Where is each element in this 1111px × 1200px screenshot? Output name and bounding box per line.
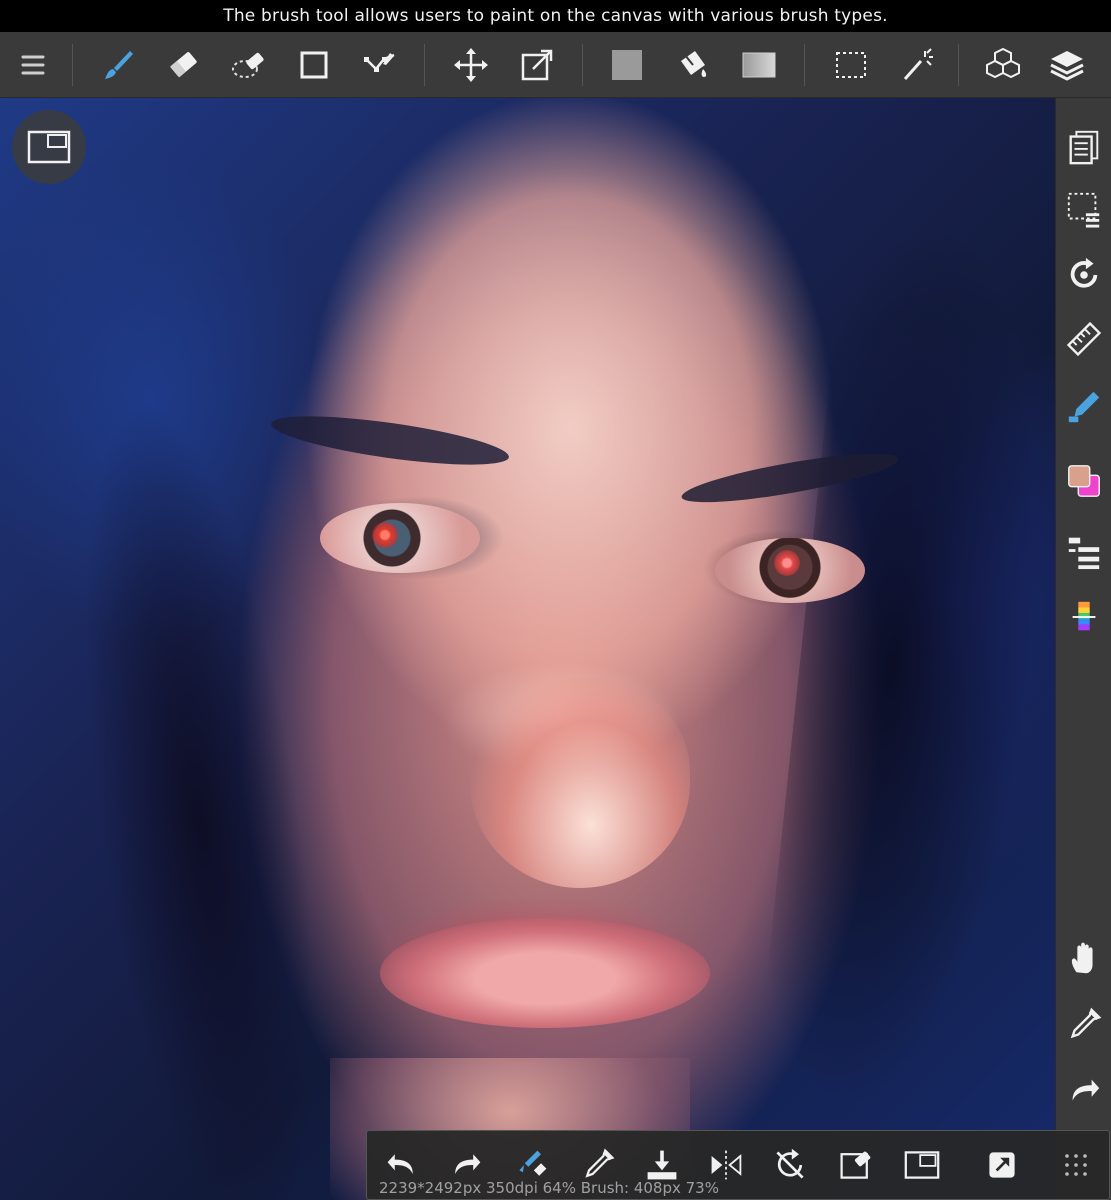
grid-icon[interactable] — [1051, 1141, 1101, 1189]
color-balance-icon[interactable] — [1059, 592, 1109, 642]
fill-color-icon[interactable] — [602, 40, 652, 90]
hand-icon[interactable] — [1059, 934, 1109, 984]
tooltip-text: The brush tool allows users to paint on … — [223, 6, 888, 26]
polyline-icon[interactable] — [355, 40, 405, 90]
selection-list-icon[interactable] — [1059, 184, 1109, 234]
painting-nose — [470, 678, 690, 888]
red-eye-mark-right — [774, 550, 800, 576]
magic-wand-icon[interactable] — [892, 40, 942, 90]
painting-canvas[interactable] — [0, 98, 1055, 1200]
rotate-reset-icon[interactable] — [765, 1141, 815, 1189]
painting-hair-left — [41, 388, 359, 1200]
right-sidebar — [1055, 98, 1111, 1200]
painting-hair-right — [753, 208, 1055, 1128]
window-icon — [27, 130, 71, 164]
brush-icon[interactable] — [94, 40, 144, 90]
move-icon[interactable] — [446, 40, 496, 90]
share-icon[interactable] — [977, 1141, 1027, 1189]
select-icon[interactable] — [826, 40, 876, 90]
painting-brow-left — [268, 406, 512, 475]
pen-icon[interactable] — [1059, 382, 1109, 432]
redo-icon[interactable] — [1059, 1066, 1109, 1116]
top-toolbar — [0, 32, 1111, 98]
color-swatch-icon[interactable] — [1059, 456, 1109, 506]
layers-icon[interactable] — [1042, 40, 1092, 90]
pages-icon[interactable] — [1059, 122, 1109, 172]
smudge-icon[interactable] — [224, 40, 274, 90]
bucket-icon[interactable] — [668, 40, 718, 90]
rotate-icon[interactable] — [1059, 250, 1109, 300]
painting-lips — [380, 918, 710, 1028]
reference-view-button[interactable] — [12, 110, 86, 184]
bottom-toolbar: 2239*2492px 350dpi 64% Brush: 408px 73% — [366, 1130, 1110, 1200]
painting-eye-left — [320, 503, 480, 573]
tool-tooltip: The brush tool allows users to paint on … — [0, 0, 1111, 32]
clear-icon[interactable] — [831, 1141, 881, 1189]
transform-icon[interactable] — [512, 40, 562, 90]
materials-icon[interactable] — [1059, 526, 1109, 576]
rectangle-icon[interactable] — [289, 40, 339, 90]
view-icon[interactable] — [897, 1141, 947, 1189]
ruler-icon[interactable] — [1059, 314, 1109, 364]
red-eye-mark-left — [372, 522, 398, 548]
eyedropper-icon[interactable] — [1059, 1000, 1109, 1050]
canvas-status: 2239*2492px 350dpi 64% Brush: 408px 73% — [379, 1179, 719, 1197]
gradient-icon[interactable] — [734, 40, 784, 90]
3d-icon[interactable] — [978, 40, 1028, 90]
eraser-icon[interactable] — [158, 40, 208, 90]
menu-icon[interactable] — [8, 40, 58, 90]
